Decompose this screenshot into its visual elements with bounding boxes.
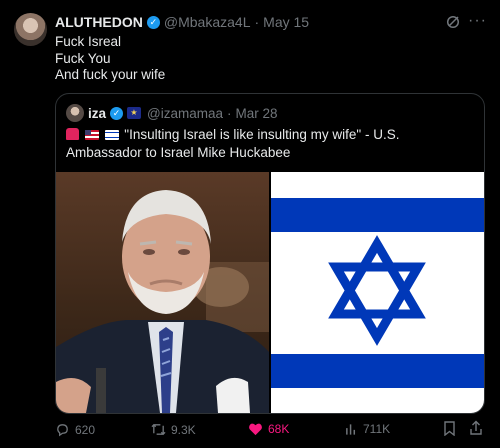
tweet-line: Fuck Isreal [55,34,122,49]
huckabee-photo[interactable] [56,172,269,413]
quoted-tweet[interactable]: iza ✓ ★ @izamamaa · Mar 28 "Insulting Is… [55,93,485,414]
grok-icon[interactable] [446,15,460,29]
views-chart-icon [346,424,356,435]
quoted-handle: @izamamaa [147,105,223,121]
separator-dot: · [227,105,232,121]
quoted-display-name: iza [88,105,107,121]
us-flag-emoji-icon [84,130,99,140]
action-bar: 620 9.3K 68K 711K [55,420,485,442]
display-name[interactable]: ALUTHEDON [55,14,143,30]
tweet-line: Fuck You [55,50,111,66]
siren-emoji-icon [66,128,79,140]
verified-badge-icon: ✓ [110,106,124,120]
reply-icon [57,424,68,437]
tweet-date[interactable]: May 15 [263,14,309,30]
star-of-david-icon [328,235,426,346]
views-button[interactable]: 711K [345,422,390,436]
bookmark-button[interactable] [443,421,456,439]
share-icon [470,420,482,435]
like-button[interactable]: 68K [248,422,289,436]
repost-icon [151,423,166,436]
verified-badge-icon: ✓ [146,15,160,29]
repost-button[interactable]: 9.3K [150,422,196,437]
reply-button[interactable]: 620 [55,422,95,437]
user-avatar[interactable] [14,13,47,46]
views-count: 711K [363,422,391,436]
portrait-illustration [56,190,269,413]
bookmark-icon [444,421,455,437]
tweet-text: Fuck Isreal Fuck You And fuck your wife [55,34,165,84]
more-options-icon[interactable]: ··· [468,12,487,30]
tweet-header: ALUTHEDON ✓ @Mbakaza4L · May 15 [55,14,309,30]
tweet-line: And fuck your wife [55,67,166,82]
quoted-avatar [66,104,84,122]
reply-count: 620 [75,422,96,437]
quoted-tweet-header: iza ✓ ★ @izamamaa · Mar 28 [66,104,278,122]
like-count: 68K [268,422,290,436]
heart-icon [249,423,262,436]
israel-flag-image[interactable] [271,172,484,413]
israel-flag-emoji-icon [104,130,119,140]
repost-count: 9.3K [171,422,196,437]
user-handle[interactable]: @Mbakaza4L [164,14,251,30]
quoted-text: "Insulting Israel is like insulting my w… [66,126,476,162]
eu-flag-emoji-icon: ★ [127,107,142,119]
share-button[interactable] [469,420,483,439]
quoted-date: Mar 28 [235,105,278,121]
separator-dot: · [254,14,260,30]
